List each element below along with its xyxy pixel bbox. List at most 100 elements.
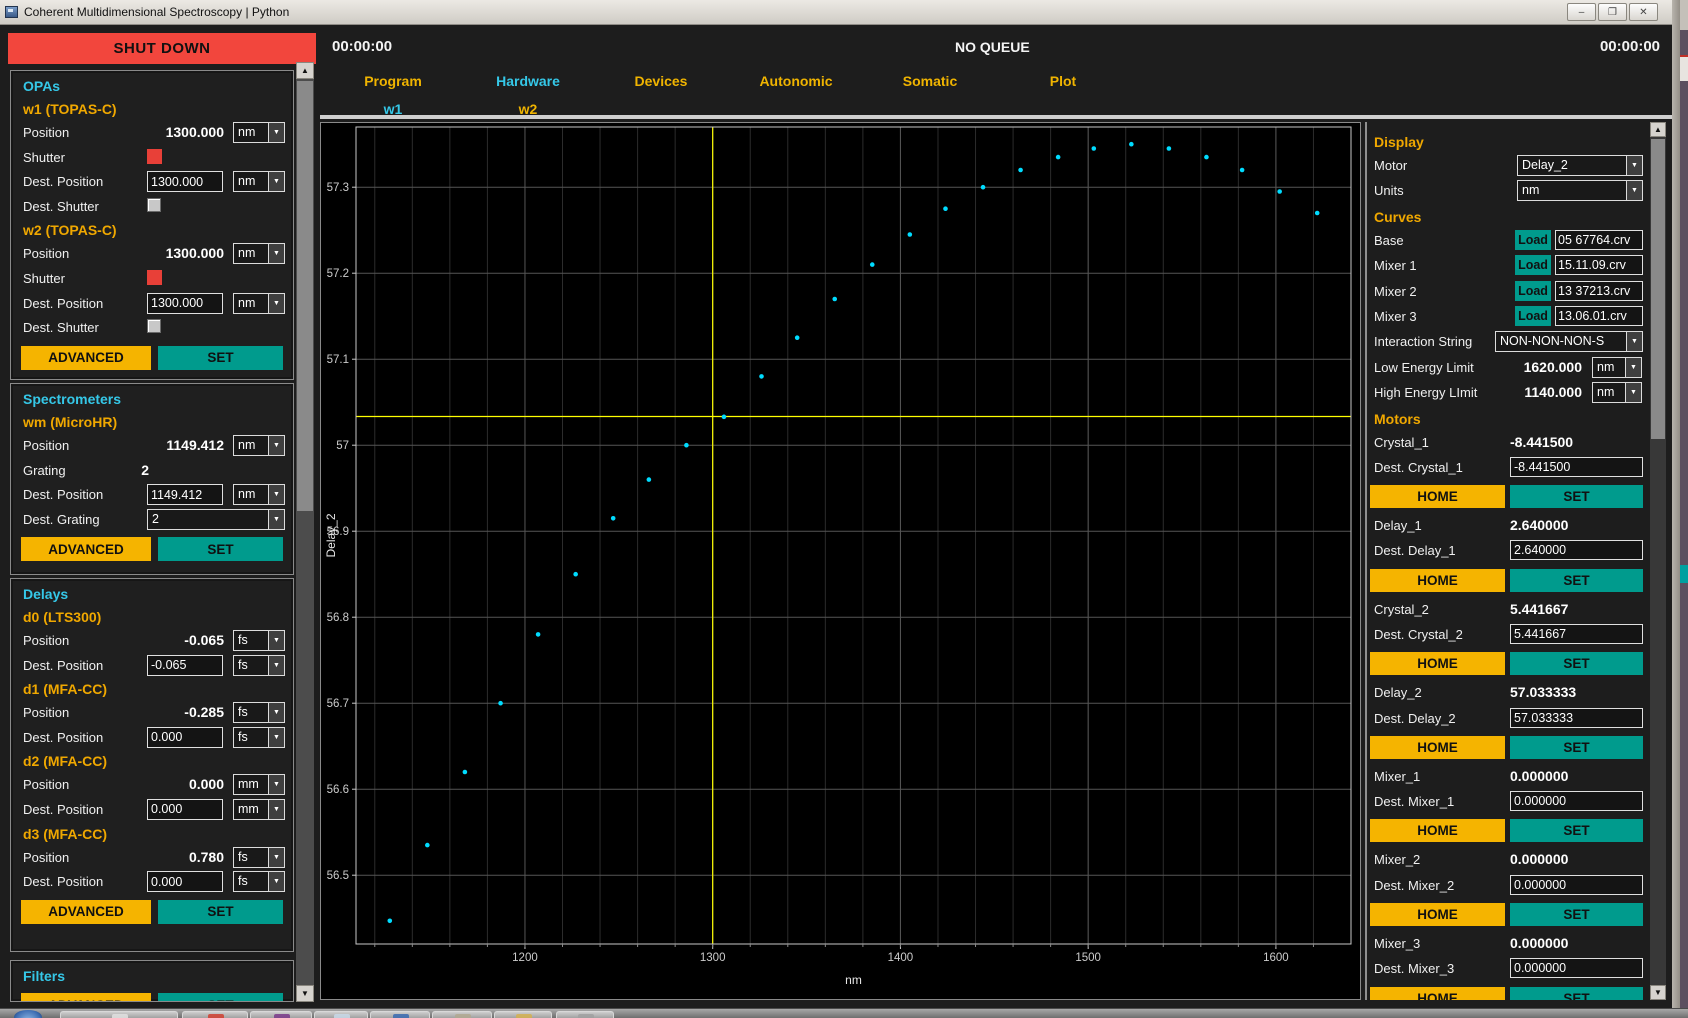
scrollbar-thumb[interactable]: [1651, 139, 1665, 439]
dest-input[interactable]: [147, 484, 223, 505]
unit-dropdown[interactable]: nm▼: [1592, 357, 1642, 378]
unit-dropdown[interactable]: nm▼: [233, 171, 285, 192]
taskbar-button[interactable]: [556, 1011, 614, 1018]
unit-dropdown[interactable]: nm▼: [233, 435, 285, 456]
set-button[interactable]: SET: [158, 537, 283, 561]
dest-motor-input[interactable]: [1510, 875, 1643, 895]
load-button[interactable]: Load: [1515, 255, 1551, 275]
start-button-icon[interactable]: [14, 1010, 42, 1018]
home-button[interactable]: HOME: [1370, 736, 1505, 759]
tab-somatic[interactable]: Somatic: [903, 73, 957, 89]
dest-motor-input[interactable]: [1510, 708, 1643, 728]
home-button[interactable]: HOME: [1370, 819, 1505, 842]
load-button[interactable]: Load: [1515, 306, 1551, 326]
dest-motor-input[interactable]: [1510, 457, 1643, 477]
title-bar[interactable]: Coherent Multidimensional Spectroscopy |…: [0, 0, 1680, 25]
set-button[interactable]: SET: [1510, 485, 1643, 508]
minimize-button[interactable]: ‒: [1567, 3, 1596, 21]
taskbar-button[interactable]: [494, 1011, 552, 1018]
close-button[interactable]: ✕: [1629, 3, 1658, 21]
taskbar-button[interactable]: [250, 1011, 312, 1018]
scrollbar-thumb[interactable]: [297, 81, 313, 511]
dest-input[interactable]: [147, 293, 223, 314]
home-button[interactable]: HOME: [1370, 652, 1505, 675]
dest-motor-input[interactable]: [1510, 791, 1643, 811]
motor-dropdown[interactable]: Delay_2▼: [1517, 155, 1643, 176]
unit-dropdown[interactable]: mm▼: [233, 799, 285, 820]
set-button[interactable]: SET: [1510, 819, 1643, 842]
set-button[interactable]: SET: [1510, 903, 1643, 926]
taskbar[interactable]: [0, 1008, 1688, 1018]
unit-dropdown[interactable]: fs▼: [233, 702, 285, 723]
interaction-dropdown[interactable]: NON-NON-NON-S▼: [1495, 331, 1643, 352]
tab-devices[interactable]: Devices: [635, 73, 688, 89]
dest-input[interactable]: [147, 799, 223, 820]
units-dropdown[interactable]: nm▼: [1517, 180, 1643, 201]
taskbar-button[interactable]: [432, 1011, 492, 1018]
taskbar-button[interactable]: [370, 1011, 430, 1018]
set-button[interactable]: SET: [1510, 569, 1643, 592]
motor-dest-row: Dest. Crystal_2: [1368, 623, 1646, 648]
unit-dropdown[interactable]: nm▼: [233, 243, 285, 264]
unit-dropdown[interactable]: fs▼: [233, 847, 285, 868]
home-button[interactable]: HOME: [1370, 903, 1505, 926]
tab-hardware[interactable]: Hardware: [496, 73, 560, 89]
unit-dropdown[interactable]: fs▼: [233, 655, 285, 676]
plot-svg[interactable]: 1200130014001500160056.556.656.756.856.9…: [321, 123, 1360, 999]
set-button[interactable]: SET: [158, 900, 283, 924]
advanced-button[interactable]: ADVANCED: [21, 346, 151, 370]
dest-motor-input[interactable]: [1510, 958, 1643, 978]
advanced-button[interactable]: ADVANCED: [21, 993, 151, 1002]
load-button[interactable]: Load: [1515, 281, 1551, 301]
curve-file-field[interactable]: [1555, 230, 1643, 250]
tab-program[interactable]: Program: [364, 73, 422, 89]
unit-dropdown[interactable]: nm▼: [233, 484, 285, 505]
curve-file-field[interactable]: [1555, 255, 1643, 275]
delay-curve-plot[interactable]: 1200130014001500160056.556.656.756.856.9…: [320, 122, 1361, 1000]
subtab-w2[interactable]: w2: [519, 101, 538, 117]
tab-plot[interactable]: Plot: [1050, 73, 1076, 89]
dest-input[interactable]: [147, 871, 223, 892]
unit-dropdown[interactable]: mm▼: [233, 774, 285, 795]
unit-dropdown[interactable]: fs▼: [233, 630, 285, 651]
right-scrollbar[interactable]: ▲ ▼: [1650, 122, 1666, 1000]
unit-dropdown[interactable]: fs▼: [233, 727, 285, 748]
maximize-button[interactable]: ❐: [1598, 3, 1627, 21]
taskbar-button[interactable]: [314, 1011, 368, 1018]
dest-motor-input[interactable]: [1510, 540, 1643, 560]
taskbar-button[interactable]: [182, 1011, 248, 1018]
load-button[interactable]: Load: [1515, 230, 1551, 250]
curve-file-field[interactable]: [1555, 281, 1643, 301]
taskbar-button[interactable]: [60, 1011, 178, 1018]
set-button[interactable]: SET: [1510, 736, 1643, 759]
scroll-up-icon[interactable]: ▲: [1650, 122, 1666, 137]
home-button[interactable]: HOME: [1370, 987, 1505, 1000]
home-button[interactable]: HOME: [1370, 485, 1505, 508]
curve-file-field[interactable]: [1555, 306, 1643, 326]
scroll-down-icon[interactable]: ▼: [296, 985, 314, 1002]
shutdown-button[interactable]: SHUT DOWN: [8, 33, 316, 64]
set-button[interactable]: SET: [158, 993, 283, 1002]
set-button[interactable]: SET: [1510, 987, 1643, 1000]
unit-dropdown[interactable]: fs▼: [233, 871, 285, 892]
tab-autonomic[interactable]: Autonomic: [759, 73, 832, 89]
advanced-button[interactable]: ADVANCED: [21, 900, 151, 924]
dest-shutter-checkbox[interactable]: [147, 198, 161, 212]
subtab-w1[interactable]: w1: [384, 101, 403, 117]
scroll-down-icon[interactable]: ▼: [1650, 985, 1666, 1000]
unit-dropdown[interactable]: nm▼: [233, 122, 285, 143]
dest-motor-input[interactable]: [1510, 624, 1643, 644]
grating-dropdown[interactable]: 2▼: [147, 509, 285, 530]
set-button[interactable]: SET: [158, 346, 283, 370]
home-button[interactable]: HOME: [1370, 569, 1505, 592]
unit-dropdown[interactable]: nm▼: [1592, 382, 1642, 403]
left-scrollbar[interactable]: ▲ ▼: [296, 62, 314, 1002]
dest-shutter-checkbox[interactable]: [147, 319, 161, 333]
set-button[interactable]: SET: [1510, 652, 1643, 675]
dest-input[interactable]: [147, 171, 223, 192]
scroll-up-icon[interactable]: ▲: [296, 62, 314, 79]
dest-input[interactable]: [147, 727, 223, 748]
unit-dropdown[interactable]: nm▼: [233, 293, 285, 314]
dest-input[interactable]: [147, 655, 223, 676]
advanced-button[interactable]: ADVANCED: [21, 537, 151, 561]
